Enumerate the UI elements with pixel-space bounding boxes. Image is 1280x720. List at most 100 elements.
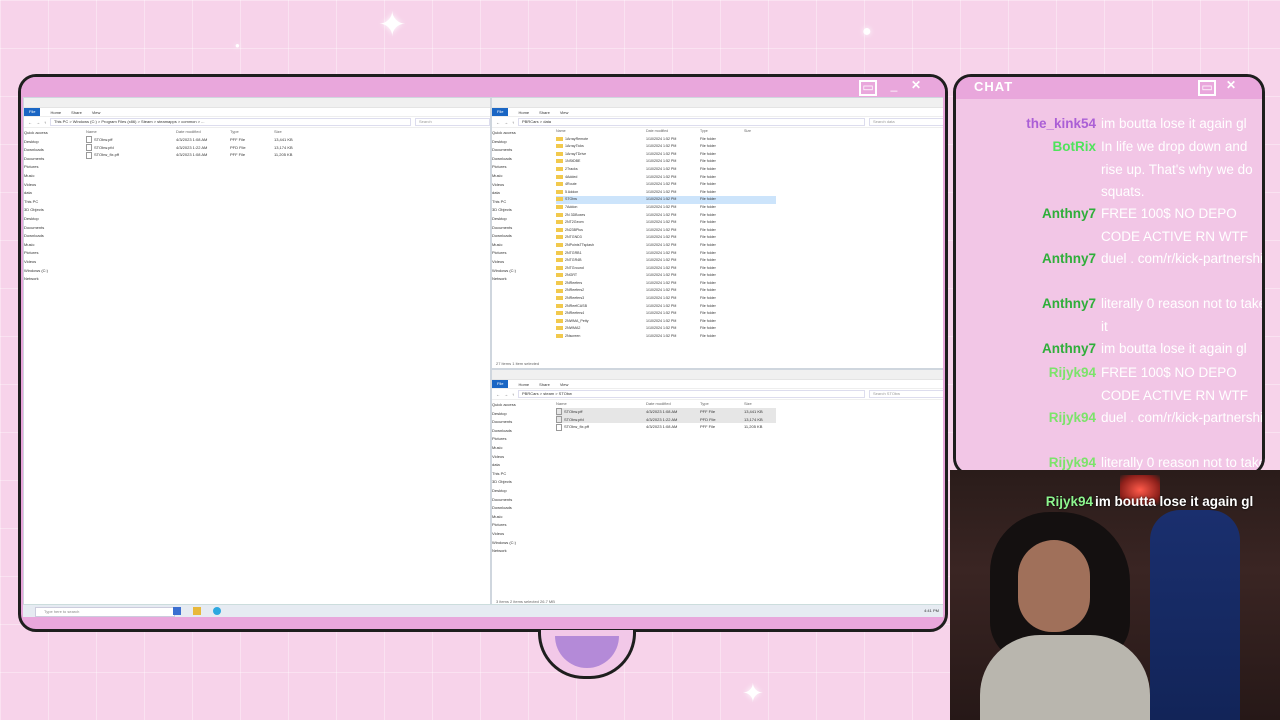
- column-header-cell[interactable]: Name: [86, 128, 176, 136]
- column-header-cell[interactable]: Date modified: [646, 128, 700, 136]
- nav-item[interactable]: This PC: [24, 198, 80, 207]
- nav-item[interactable]: Desktop: [24, 215, 80, 224]
- nav-item[interactable]: Quick access: [492, 401, 548, 410]
- nav-item[interactable]: Videos: [492, 181, 548, 190]
- nav-item[interactable]: Pictures: [492, 521, 548, 530]
- up-arrow-icon[interactable]: ↑: [512, 392, 514, 397]
- up-arrow-icon[interactable]: ↑: [512, 120, 514, 125]
- file-explorer-icon[interactable]: [193, 607, 201, 615]
- taskbar-search-input[interactable]: Type here to search: [35, 607, 175, 617]
- nav-item[interactable]: Quick access: [492, 129, 548, 138]
- nav-item[interactable]: Downloads: [492, 504, 548, 513]
- nav-item[interactable]: 3D Objects: [492, 206, 548, 215]
- ribbon-tab[interactable]: Share: [539, 382, 550, 387]
- folder-row[interactable]: 2NGRT 1/10/2024 1:52 PM File folder: [556, 272, 776, 280]
- column-header-cell[interactable]: Size: [744, 400, 774, 408]
- folder-row[interactable]: 2N 3DBoxes 1/10/2024 1:52 PM File folder: [556, 212, 776, 220]
- edge-browser-icon[interactable]: [213, 607, 221, 615]
- folder-row[interactable]: 2NReefers2 1/10/2024 1:52 PM File folder: [556, 287, 776, 295]
- folder-row[interactable]: 1ArrayTicks 1/10/2024 1:52 PM File folder: [556, 143, 776, 151]
- nav-item[interactable]: data: [24, 189, 80, 198]
- ribbon-tab[interactable]: Home: [518, 382, 529, 387]
- nav-item[interactable]: Pictures: [24, 163, 80, 172]
- address-path[interactable]: PBRCars > steam > STObw: [518, 390, 865, 398]
- nav-item[interactable]: This PC: [492, 198, 548, 207]
- nav-item[interactable]: Documents: [492, 146, 548, 155]
- nav-item[interactable]: Videos: [24, 181, 80, 190]
- nav-item[interactable]: Music: [492, 241, 548, 250]
- file-row[interactable]: STObw_fix.pff 4/3/2023 1:08 AM PFF File 11,…: [86, 151, 316, 159]
- ribbon-tab[interactable]: View: [560, 110, 569, 115]
- file-row[interactable]: STObw.pfd 4/3/2023 1:22 AM PFD File 13,174 …: [86, 144, 316, 152]
- nav-item[interactable]: Desktop: [492, 215, 548, 224]
- nav-item[interactable]: Windows (C:): [492, 267, 548, 276]
- file-row[interactable]: STObw.pff 4/3/2023 1:08 AM PFF File 13,441 …: [556, 407, 776, 416]
- folder-row[interactable]: 2NReefCASB 1/10/2024 1:52 PM File folder: [556, 303, 776, 311]
- nav-item[interactable]: data: [492, 461, 548, 470]
- nav-item[interactable]: Music: [492, 172, 548, 181]
- nav-item[interactable]: Videos: [492, 453, 548, 462]
- back-arrow-icon[interactable]: ←: [496, 120, 500, 125]
- folder-row[interactable]: 1ArrayTDrive 1/10/2024 1:52 PM File folder: [556, 151, 776, 159]
- column-header-cell[interactable]: Type: [230, 128, 274, 136]
- folder-row[interactable]: 2Tracks 1/10/2024 1:52 PM File folder: [556, 166, 776, 174]
- nav-item[interactable]: Desktop: [492, 487, 548, 496]
- folder-row[interactable]: 2NTGround 1/10/2024 1:52 PM File folder: [556, 265, 776, 273]
- nav-item[interactable]: Pictures: [24, 249, 80, 258]
- nav-item[interactable]: Downloads: [492, 232, 548, 241]
- search-input[interactable]: Search STObw: [869, 390, 943, 398]
- folder-row[interactable]: 2Nscreen 1/10/2024 1:52 PM File folder: [556, 333, 776, 341]
- column-header-cell[interactable]: Name: [556, 400, 646, 408]
- folder-row[interactable]: 2NWMA2 1/10/2024 1:52 PM File folder: [556, 325, 776, 333]
- ribbon-tab[interactable]: View: [92, 110, 101, 115]
- ribbon-tab[interactable]: Share: [539, 110, 550, 115]
- nav-item[interactable]: Windows (C:): [492, 539, 548, 548]
- column-header-cell[interactable]: Size: [274, 128, 304, 136]
- nav-item[interactable]: 3D Objects: [24, 206, 80, 215]
- nav-item[interactable]: Videos: [24, 258, 80, 267]
- nav-item[interactable]: Music: [492, 444, 548, 453]
- nav-item[interactable]: Desktop: [492, 410, 548, 419]
- search-input[interactable]: Search: [415, 118, 490, 126]
- nav-item[interactable]: Desktop: [492, 138, 548, 147]
- nav-item[interactable]: Desktop: [24, 138, 80, 147]
- nav-item[interactable]: Videos: [492, 530, 548, 539]
- ribbon-tab[interactable]: File: [24, 108, 41, 116]
- ribbon-tab[interactable]: File: [492, 380, 509, 388]
- nav-item[interactable]: Downloads: [24, 146, 80, 155]
- task-view-icon[interactable]: [173, 607, 181, 615]
- folder-row[interactable]: 2NReefers 1/10/2024 1:52 PM File folder: [556, 280, 776, 288]
- column-header-cell[interactable]: Type: [700, 128, 744, 136]
- ribbon-tab[interactable]: Home: [518, 110, 529, 115]
- column-header-cell[interactable]: Size: [744, 128, 774, 136]
- nav-item[interactable]: Documents: [492, 418, 548, 427]
- folder-row[interactable]: 2NReefers3 1/10/2024 1:52 PM File folder: [556, 295, 776, 303]
- nav-item[interactable]: Pictures: [492, 435, 548, 444]
- nav-item[interactable]: Documents: [24, 224, 80, 233]
- back-arrow-icon[interactable]: ←: [496, 392, 500, 397]
- column-header-cell[interactable]: Name: [556, 128, 646, 136]
- folder-row[interactable]: 2NPointsTTsplash 1/10/2024 1:52 PM File fo…: [556, 242, 776, 250]
- folder-row[interactable]: 2NT2Geom 1/10/2024 1:52 PM File folder: [556, 219, 776, 227]
- file-row[interactable]: STObw_fix.pff 4/3/2023 1:08 AM PFF File 11,…: [556, 423, 776, 431]
- nav-item[interactable]: Pictures: [492, 249, 548, 258]
- folder-row[interactable]: 4Route 1/10/2024 1:52 PM File folder: [556, 181, 776, 189]
- forward-arrow-icon[interactable]: →: [504, 392, 508, 397]
- ribbon-tab[interactable]: Home: [50, 110, 61, 115]
- nav-item[interactable]: Documents: [492, 496, 548, 505]
- nav-item[interactable]: Network: [492, 275, 548, 284]
- nav-item[interactable]: Downloads: [24, 232, 80, 241]
- nav-item[interactable]: Documents: [492, 224, 548, 233]
- back-arrow-icon[interactable]: ←: [28, 120, 32, 125]
- up-arrow-icon[interactable]: ↑: [44, 120, 46, 125]
- column-header-cell[interactable]: Date modified: [646, 400, 700, 408]
- folder-row[interactable]: 2N23BPlus 1/10/2024 1:52 PM File folder: [556, 227, 776, 235]
- nav-item[interactable]: Network: [24, 275, 80, 284]
- nav-item[interactable]: Music: [24, 241, 80, 250]
- folder-row[interactable]: 5 Addon 1/10/2024 1:52 PM File folder: [556, 189, 776, 197]
- column-header-cell[interactable]: Type: [700, 400, 744, 408]
- nav-item[interactable]: Videos: [492, 258, 548, 267]
- nav-item[interactable]: Downloads: [492, 155, 548, 164]
- file-row[interactable]: STObw.pff 4/3/2023 1:08 AM PFF File 13,441 …: [86, 136, 316, 144]
- ribbon-tab[interactable]: Share: [71, 110, 82, 115]
